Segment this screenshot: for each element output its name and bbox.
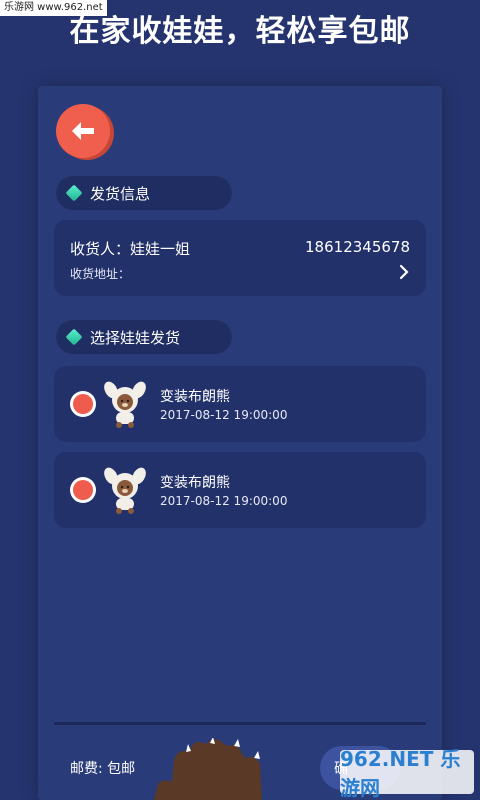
doll-thumbnail — [104, 381, 146, 428]
doll-time: 2017-08-12 19:00:00 — [160, 408, 288, 422]
doll-time: 2017-08-12 19:00:00 — [160, 494, 288, 508]
chevron-right-icon[interactable] — [398, 264, 410, 280]
diamond-icon — [65, 328, 83, 346]
recipient-name: 收货人：娃娃一姐 — [70, 240, 191, 258]
site-logo-watermark: 962.NET 乐游网 — [340, 747, 474, 800]
recipient-panel[interactable]: 收货人：娃娃一姐 18612345678 收货地址： — [54, 220, 426, 296]
doll-name: 变装布朗熊 — [160, 475, 230, 491]
doll-thumbnail — [104, 467, 146, 514]
section-title: 发货信息 — [90, 184, 151, 203]
section-select-dolls: 选择娃娃发货 — [56, 320, 232, 354]
recipient-phone: 18612345678 — [305, 238, 410, 256]
doll-name: 变装布朗熊 — [160, 389, 230, 405]
select-radio[interactable] — [70, 391, 96, 417]
shipping-fee: 邮费: 包邮 — [70, 761, 136, 777]
doll-list-item[interactable]: 变装布朗熊 2017-08-12 19:00:00 — [54, 452, 426, 528]
footer-divider — [54, 722, 426, 725]
page-headline: 在家收娃娃，轻松享包邮 — [69, 14, 411, 49]
diamond-icon — [65, 184, 83, 202]
section-shipping-info: 发货信息 — [56, 176, 232, 210]
select-radio[interactable] — [70, 477, 96, 503]
section-title: 选择娃娃发货 — [90, 328, 181, 347]
address-label: 收货地址： — [70, 267, 131, 281]
back-button[interactable] — [56, 104, 110, 158]
paw-decoration — [154, 738, 262, 800]
doll-list-item[interactable]: 变装布朗熊 2017-08-12 19:00:00 — [54, 366, 426, 442]
back-arrow-icon — [72, 122, 94, 140]
